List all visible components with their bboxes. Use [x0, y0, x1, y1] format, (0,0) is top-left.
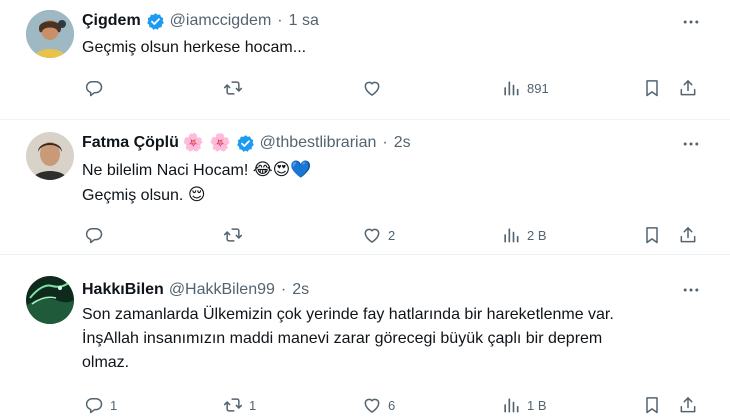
tweet-header: HakkıBilen @HakkBilen99 · 2s [82, 278, 309, 302]
tweet-actions: 891 [82, 77, 702, 99]
views-button[interactable]: 2 B [501, 224, 547, 246]
tweet-emojis: 😂😍💙 [252, 160, 312, 180]
name-emojis: 🌸 🌸 [182, 133, 231, 153]
tweet-text-line: Geçmiş olsun. 😌 [82, 183, 311, 208]
more-icon [681, 280, 701, 300]
more-options-button[interactable] [680, 133, 702, 155]
views-button[interactable]: 891 [501, 77, 549, 99]
retweet-icon [223, 225, 243, 245]
display-name[interactable]: Çigdem [82, 12, 141, 30]
reply-button[interactable] [84, 77, 110, 99]
tweet-actions: 1 1 6 1 B [82, 394, 702, 416]
tweet-text-line: İnşAllah insanımızın maddi manevi zarar … [82, 330, 603, 347]
like-count: 2 [388, 227, 396, 243]
share-button[interactable] [678, 77, 698, 99]
timestamp[interactable]: 2s [394, 134, 411, 152]
share-icon [678, 225, 698, 245]
verified-badge-icon [146, 12, 165, 31]
tweet-header: Çigdem @iamccigdem · 1 sa [82, 9, 319, 33]
tweet-text-segment: Geçmiş olsun. [82, 187, 184, 204]
retweet-icon [223, 395, 243, 415]
avatar[interactable] [26, 276, 74, 324]
reply-icon [84, 78, 104, 98]
retweet-icon [223, 78, 243, 98]
reply-icon [84, 225, 104, 245]
more-icon [681, 12, 701, 32]
timestamp[interactable]: 2s [292, 281, 309, 299]
tweet-actions: 2 2 B [82, 224, 702, 246]
tweet-text-line: olmaz. [82, 354, 130, 371]
tweet-text: Geçmiş olsun herkese hocam... [82, 36, 306, 60]
more-options-button[interactable] [680, 279, 702, 301]
tweet-emojis: 😌 [187, 185, 206, 205]
bookmark-button[interactable] [642, 394, 662, 416]
view-count: 2 B [527, 227, 547, 243]
like-icon [362, 78, 382, 98]
separator-dot: · [277, 12, 283, 29]
bookmark-button[interactable] [642, 77, 662, 99]
retweet-count: 1 [249, 397, 257, 413]
user-handle[interactable]: @HakkBilen99 [169, 281, 275, 299]
timestamp[interactable]: 1 sa [289, 12, 319, 30]
user-handle[interactable]: @iamccigdem [170, 12, 272, 30]
tweet-text: Son zamanlarda Ülkemizin çok yerinde fay… [82, 303, 614, 375]
reply-button[interactable] [84, 224, 110, 246]
display-name[interactable]: Fatma Çöplü [82, 134, 179, 152]
reply-icon [84, 395, 104, 415]
views-button[interactable]: 1 B [501, 394, 547, 416]
reply-count: 1 [110, 397, 118, 413]
bookmark-button[interactable] [642, 224, 662, 246]
more-icon [681, 134, 701, 154]
verified-badge-icon [236, 134, 255, 153]
retweet-button[interactable] [223, 77, 249, 99]
share-button[interactable] [678, 224, 698, 246]
views-icon [501, 78, 521, 98]
user-handle[interactable]: @thbestlibrarian [260, 134, 377, 152]
avatar[interactable] [26, 132, 74, 180]
retweet-button[interactable]: 1 [223, 394, 256, 416]
like-icon [362, 225, 382, 245]
tweet-text-line: Ne bilelim Naci Hocam! 😂😍💙 [82, 158, 311, 183]
view-count: 891 [527, 80, 549, 96]
share-icon [678, 78, 698, 98]
tweet-text: Ne bilelim Naci Hocam! 😂😍💙 Geçmiş olsun.… [82, 158, 311, 208]
like-button[interactable] [362, 77, 388, 99]
like-count: 6 [388, 397, 396, 413]
share-icon [678, 395, 698, 415]
reply-button[interactable]: 1 [84, 394, 117, 416]
tweet-text-line: Son zamanlarda Ülkemizin çok yerinde fay… [82, 306, 614, 323]
share-button[interactable] [678, 394, 698, 416]
display-name[interactable]: HakkıBilen [82, 281, 164, 299]
tweet-text-line: Geçmiş olsun herkese hocam... [82, 39, 307, 56]
like-button[interactable]: 6 [362, 394, 395, 416]
more-options-button[interactable] [680, 11, 702, 33]
tweet-feed: Çigdem @iamccigdem · 1 sa Geçmiş olsun h… [0, 0, 730, 420]
bookmark-icon [642, 225, 662, 245]
separator-dot: · [280, 281, 287, 298]
view-count: 1 B [527, 397, 547, 413]
tweet-header: Fatma Çöplü 🌸 🌸 @thbestlibrarian · 2s [82, 131, 411, 155]
bookmark-icon [642, 395, 662, 415]
like-button[interactable]: 2 [362, 224, 395, 246]
tweet-text-segment: Ne bilelim Naci Hocam! [82, 162, 249, 179]
separator-dot: · [382, 134, 388, 151]
views-icon [501, 225, 521, 245]
bookmark-icon [642, 78, 662, 98]
like-icon [362, 395, 382, 415]
views-icon [501, 395, 521, 415]
avatar[interactable] [26, 10, 74, 58]
retweet-button[interactable] [223, 224, 249, 246]
